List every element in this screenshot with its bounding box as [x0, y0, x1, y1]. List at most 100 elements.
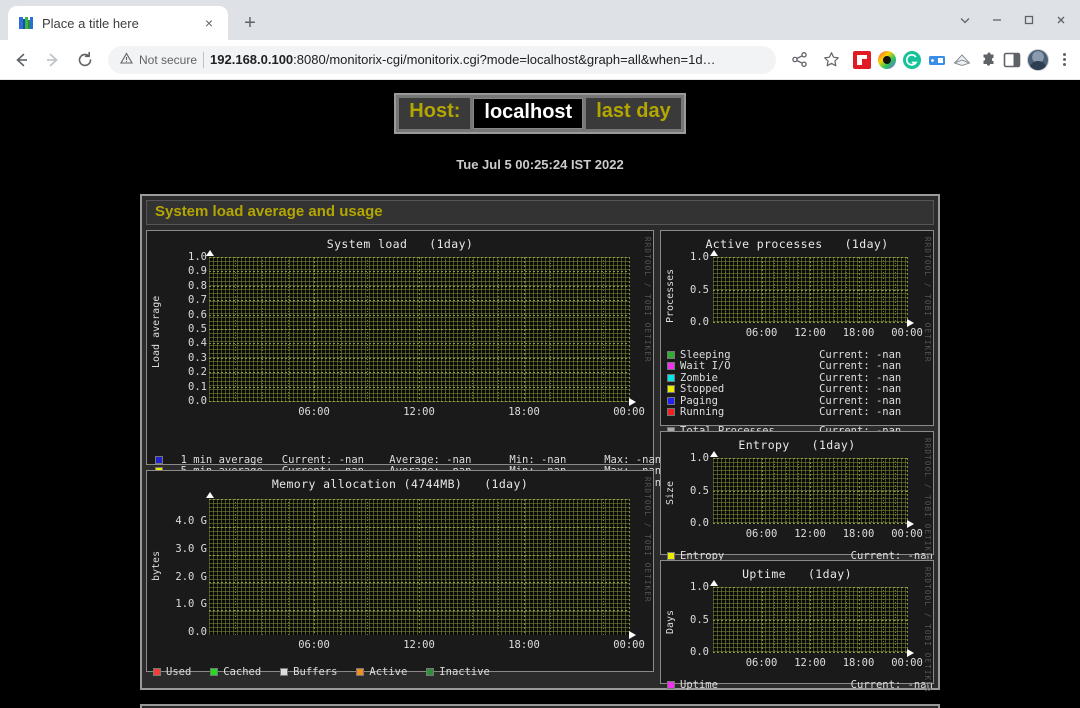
legend-series-name: Zombie: [680, 372, 819, 384]
close-window-button[interactable]: [1046, 6, 1076, 34]
browser-tab[interactable]: Place a title here ×: [8, 6, 228, 40]
share-icon[interactable]: [784, 45, 814, 75]
profile-avatar[interactable]: [1027, 49, 1049, 71]
legend-row: Stopped Current: -nan: [667, 384, 933, 396]
grid-line-vertical: [859, 587, 860, 653]
grid-line-vertical: [629, 257, 630, 402]
legend-color-swatch: [155, 456, 163, 464]
grid-line-vertical: [472, 257, 473, 402]
graph-uptime[interactable]: Uptime (1day) RRDTOOL / TOBI OETIKER Day…: [660, 560, 934, 684]
section-body: System load (1day) RRDTOOL / TOBI OETIKE…: [146, 230, 934, 684]
grid-line-vertical: [786, 458, 787, 524]
grammarly-extension-icon[interactable]: [902, 50, 922, 70]
graph-active-processes[interactable]: Active processes (1day) RRDTOOL / TOBI O…: [660, 230, 934, 426]
grid-line-vertical: [859, 257, 860, 323]
section-title: System load average and usage: [146, 200, 934, 225]
grid-line-vertical: [524, 499, 525, 635]
legend-row: Zombie Current: -nan: [667, 372, 933, 384]
grid-line-vertical: [550, 499, 551, 635]
x-tick-label: 06:00: [746, 657, 778, 669]
tab-close-icon[interactable]: ×: [200, 14, 218, 32]
y-tick-label: 0.1: [188, 381, 207, 393]
y-tick-label: 0.4: [188, 337, 207, 349]
y-axis-label: Load average: [151, 277, 162, 387]
back-button[interactable]: [6, 45, 36, 75]
new-tab-button[interactable]: +: [236, 9, 264, 37]
minimize-button[interactable]: [982, 6, 1012, 34]
y-tick-label: 0.3: [188, 352, 207, 364]
legend-color-swatch: [356, 668, 364, 676]
maximize-button[interactable]: [1014, 6, 1044, 34]
x-axis-ticks: 06:0012:0018:0000:00: [713, 327, 907, 341]
grid-line-vertical: [883, 587, 884, 653]
x-tick-label: 18:00: [843, 528, 875, 540]
flipboard-extension-icon[interactable]: [852, 50, 872, 70]
y-axis-arrow-icon: [710, 451, 718, 457]
host-bar: Host: localhost last day: [394, 93, 685, 134]
y-tick-label: 0.5: [188, 323, 207, 335]
graph-title: Active processes (1day): [661, 231, 933, 251]
grid-line-vertical: [603, 499, 604, 635]
grid-line-vertical: [822, 257, 823, 323]
y-tick-label: 0.8: [188, 280, 207, 292]
legend-series-name: Running: [680, 406, 819, 418]
y-tick-label: 0.6: [188, 309, 207, 321]
host-name-value[interactable]: localhost: [473, 98, 583, 129]
grid-line-vertical: [288, 257, 289, 402]
legend-color-swatch: [153, 668, 161, 676]
page-viewport: Host: localhost last day Tue Jul 5 00:25…: [0, 80, 1080, 708]
graph-system-load[interactable]: System load (1day) RRDTOOL / TOBI OETIKE…: [146, 230, 654, 465]
grid-line-vertical: [895, 458, 896, 524]
url-text: 192.168.0.100:8080/monitorix-cgi/monitor…: [210, 52, 764, 67]
x-tick-label: 06:00: [746, 327, 778, 339]
graph-legend: Used Cached Buffers Active Inactive: [147, 663, 653, 682]
legend-row: Uptime Current: -nan: [667, 679, 933, 691]
y-axis-arrow-icon: [710, 250, 718, 256]
legend-series-name: Stopped: [680, 383, 819, 395]
address-bar[interactable]: Not secure 192.168.0.100:8080/monitorix-…: [108, 46, 776, 74]
y-tick-label: 0.0: [188, 626, 207, 638]
grid-line-vertical: [798, 257, 799, 323]
y-tick-label: 0.0: [690, 646, 709, 658]
time-range-label[interactable]: last day: [586, 98, 680, 129]
side-panel-icon[interactable]: [1002, 50, 1022, 70]
x-tick-label: 18:00: [508, 406, 540, 418]
grid-line-vertical: [737, 587, 738, 653]
puzzle-extensions-icon[interactable]: [977, 50, 997, 70]
graph-title: Entropy (1day): [661, 432, 933, 452]
y-tick-label: 1.0: [690, 452, 709, 464]
chevron-down-icon[interactable]: [950, 6, 980, 34]
legend-series-name: 1 min average: [168, 454, 269, 466]
graph-title: System load (1day): [147, 231, 653, 251]
blue-tag-extension-icon[interactable]: [927, 50, 947, 70]
reload-button[interactable]: [70, 45, 100, 75]
envelope-extension-icon[interactable]: [952, 50, 972, 70]
grid-line-vertical: [786, 257, 787, 323]
grid-line-vertical: [235, 499, 236, 635]
left-graph-column: System load (1day) RRDTOOL / TOBI OETIKE…: [146, 230, 654, 684]
url-path: :8080/monitorix-cgi/monitorix.cgi?mode=l…: [293, 52, 715, 67]
x-axis-ticks: 06:0012:0018:0000:00: [713, 528, 907, 542]
colorful-circle-extension-icon[interactable]: [877, 50, 897, 70]
browser-toolbar: Not secure 192.168.0.100:8080/monitorix-…: [0, 40, 1080, 80]
grid-line-vertical: [367, 499, 368, 635]
grid-line-vertical: [749, 257, 750, 323]
legend-color-swatch: [667, 374, 675, 382]
legend-color-swatch: [667, 397, 675, 405]
y-tick-label: 0.5: [690, 485, 709, 497]
forward-button[interactable]: [38, 45, 68, 75]
y-tick-label: 0.7: [188, 294, 207, 306]
legend-color-swatch: [667, 362, 675, 370]
bookmark-star-icon[interactable]: [816, 45, 846, 75]
grid-line-vertical: [859, 458, 860, 524]
grid-line-vertical: [786, 587, 787, 653]
kebab-menu-icon[interactable]: [1054, 53, 1074, 66]
grid-line-vertical: [798, 458, 799, 524]
legend-row: Paging Current: -nan: [667, 395, 933, 407]
grid-line-vertical: [340, 257, 341, 402]
url-host: 192.168.0.100: [210, 52, 293, 67]
graph-entropy[interactable]: Entropy (1day) RRDTOOL / TOBI OETIKER Si…: [660, 431, 934, 555]
x-axis-arrow-icon: [907, 319, 914, 327]
legend-series-stats: Current: -nan: [819, 395, 901, 407]
graph-memory-allocation[interactable]: Memory allocation (4744MB) (1day) RRDTOO…: [146, 470, 654, 672]
